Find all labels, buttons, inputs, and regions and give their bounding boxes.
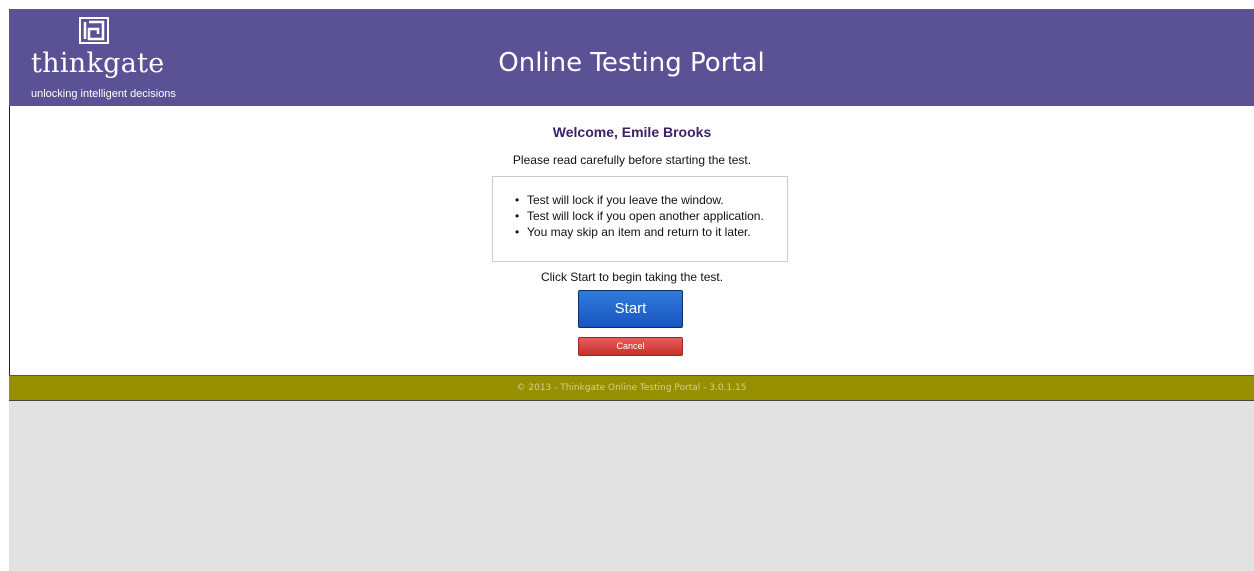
instructions-text: Please read carefully before starting th…: [512, 153, 752, 167]
test-rules-box: Test will lock if you leave the window. …: [492, 176, 788, 262]
footer-copyright: © 2013 - Thinkgate Online Testing Portal…: [516, 383, 747, 393]
logo-tagline: unlocking intelligent decisions: [31, 88, 176, 100]
test-rules-list: Test will lock if you leave the window. …: [493, 177, 787, 240]
header-bar: thinkgate unlocking intelligent decision…: [9, 9, 1254, 106]
start-button[interactable]: Start: [578, 290, 683, 328]
main-content: Welcome, Emile Brooks Please read carefu…: [9, 106, 1254, 375]
list-item: Test will lock if you open another appli…: [515, 208, 787, 224]
click-start-text: Click Start to begin taking the test.: [540, 270, 724, 284]
thinkgate-logo-icon: [79, 17, 109, 44]
list-item: Test will lock if you leave the window.: [515, 192, 787, 208]
list-item: You may skip an item and return to it la…: [515, 224, 787, 240]
portal-frame: thinkgate unlocking intelligent decision…: [9, 9, 1254, 571]
cancel-button[interactable]: Cancel: [578, 337, 683, 356]
welcome-heading: Welcome, Emile Brooks: [552, 124, 712, 140]
page-title: Online Testing Portal: [498, 48, 765, 78]
footer-bar: © 2013 - Thinkgate Online Testing Portal…: [9, 375, 1254, 401]
